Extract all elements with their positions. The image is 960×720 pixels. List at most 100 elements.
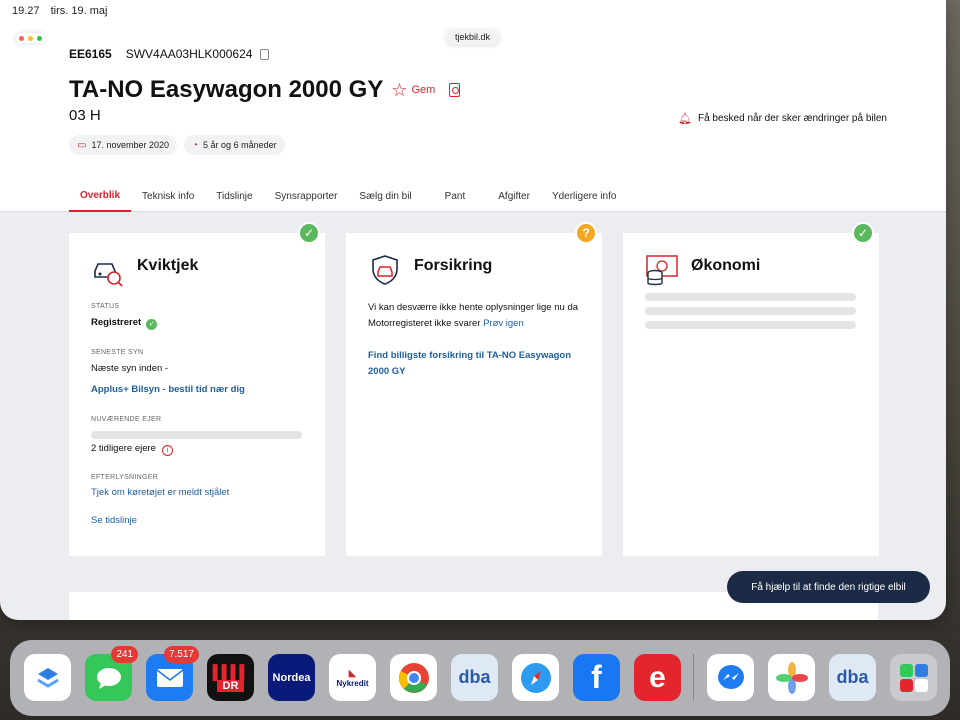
app-folder-icon <box>899 663 928 692</box>
save-button[interactable]: Gem <box>411 84 435 96</box>
insurance-message: Vi kan desværre ikke hente oplysninger l… <box>368 302 579 329</box>
vehicle-header: tjekbil.dk EE6165 SWV4AA03HLK000624 TA-N… <box>0 0 946 212</box>
dock-app-e[interactable]: e <box>634 654 681 701</box>
dock-app-facebook[interactable]: f <box>573 654 620 701</box>
vehicle-age: 5 år og 6 måneder <box>203 140 277 150</box>
next-inspection: Næste syn inden - <box>91 363 169 374</box>
status-bar: 19.27 tirs. 19. maj <box>12 5 115 17</box>
dock-app-dba-2[interactable]: dba <box>829 654 876 701</box>
previous-owners-row: 2 tidligere ejere i <box>91 443 173 456</box>
notify-button[interactable]: 🔔︎ Få besked når der sker ændringer på b… <box>678 112 887 125</box>
stolen-check-link[interactable]: Tjek om køretøjet er meldt stjålet <box>91 487 229 498</box>
check-icon: ✓ <box>146 319 158 330</box>
pdf-icon[interactable] <box>449 83 461 97</box>
calendar-icon: ▭ <box>77 139 87 151</box>
registration-date-chip: ▭ 17. november 2020 <box>69 135 178 155</box>
check-badge: ✓ <box>852 222 874 244</box>
clock-icon: ◔ <box>192 139 199 151</box>
previous-owners: 2 tidligere ejere <box>91 443 156 454</box>
vehicle-title-row: TA-NO Easywagon 2000 GY ☆ Gem <box>69 76 461 104</box>
vehicle-variant: 03 H <box>69 107 101 124</box>
nykredit-label: Nykredit <box>336 678 369 688</box>
loading-skeleton <box>645 293 856 301</box>
window-controls[interactable] <box>16 33 44 43</box>
dock-app-nykredit[interactable]: ◣ Nykredit <box>329 654 376 701</box>
compass-icon <box>520 662 551 693</box>
vehicle-title: TA-NO Easywagon 2000 GY <box>69 76 384 103</box>
nykredit-logo-icon: ◣ <box>348 667 357 679</box>
dock-app-messenger[interactable] <box>707 654 754 701</box>
help-button[interactable]: Få hjælp til at finde den rigtige elbil <box>727 571 930 603</box>
last-inspection-label: SENESTE SYN <box>91 349 144 356</box>
status-value: Registreret <box>91 317 142 328</box>
dr-bars-icon: ▌▌▌▌ <box>212 663 250 680</box>
booking-link[interactable]: Applus+ Bilsyn - bestil tid nær dig <box>91 384 245 395</box>
car-search-icon <box>94 263 123 287</box>
bell-icon: 🔔︎ <box>678 113 692 125</box>
tab-saelg-din-bil[interactable]: Sælg din bil <box>348 181 422 212</box>
owner-label: NUVÆRENDE EJER <box>91 416 162 423</box>
dr-label: DR <box>216 679 245 692</box>
dock-app-tasks[interactable] <box>24 654 71 701</box>
check-badge: ✓ <box>298 222 320 244</box>
notify-label: Få besked når der sker ændringer på bile… <box>697 113 887 124</box>
shield-car-icon <box>372 255 398 285</box>
photos-icon <box>775 661 808 694</box>
dock-app-nordea[interactable]: Nordea <box>268 654 315 701</box>
dock-app-dr[interactable]: ▌▌▌▌ DR <box>207 654 254 701</box>
insurance-message-row: Vi kan desværre ikke hente oplysninger l… <box>368 300 583 331</box>
registration-date: 17. november 2020 <box>91 140 170 150</box>
tab-bar: Overblik Teknisk info Tidslinje Synsrapp… <box>69 181 627 212</box>
notification-badge: 241 <box>111 646 138 663</box>
star-icon[interactable]: ☆ <box>391 80 407 101</box>
tab-afgifter[interactable]: Afgifter <box>487 181 541 212</box>
tasks-icon <box>36 667 59 688</box>
status-date: tirs. 19. maj <box>50 5 108 17</box>
dock-app-chrome[interactable] <box>390 654 437 701</box>
messages-icon <box>96 667 121 689</box>
tab-pant[interactable]: Pant <box>423 181 488 212</box>
dock-app-mail[interactable]: 7.517 <box>146 646 199 701</box>
browser-window: tjekbil.dk EE6165 SWV4AA03HLK000624 TA-N… <box>0 0 946 620</box>
dock-app-photos[interactable] <box>768 654 815 701</box>
dock-app-dba[interactable]: dba <box>451 654 498 701</box>
mail-icon <box>156 668 183 687</box>
dock-separator <box>693 654 694 700</box>
timeline-link[interactable]: Se tidslinje <box>91 515 137 526</box>
age-chip: ◔ 5 år og 6 måneder <box>184 135 285 155</box>
dock-app-messages[interactable]: 241 <box>85 646 138 701</box>
tab-tidslinje[interactable]: Tidslinje <box>205 181 263 212</box>
okonomi-card: ✓ Økonomi <box>623 222 879 556</box>
card-title: Kviktjek <box>137 257 199 274</box>
status-label: STATUS <box>91 303 120 310</box>
tab-synsrapporter[interactable]: Synsrapporter <box>264 181 349 212</box>
dock-app-folder[interactable] <box>890 654 937 701</box>
owner-skeleton <box>91 431 302 439</box>
copy-icon[interactable] <box>260 45 275 60</box>
kviktjek-card: ✓ Kviktjek STATUS Registreret ✓ SENESTE S… <box>69 222 325 556</box>
tab-teknisk-info[interactable]: Teknisk info <box>131 181 205 212</box>
insurance-cta-link[interactable]: Find billigste forsikring til TA-NO Easy… <box>368 348 583 379</box>
money-icon <box>646 255 678 286</box>
status-value-row: Registreret ✓ <box>91 317 158 330</box>
card-title: Forsikring <box>414 257 493 274</box>
loading-skeleton <box>645 307 856 315</box>
info-icon[interactable]: i <box>161 445 173 456</box>
loading-skeleton <box>645 321 856 329</box>
vehicle-id-row: EE6165 SWV4AA03HLK000624 <box>69 45 275 61</box>
retry-link[interactable]: Prøv igen <box>483 318 524 329</box>
status-time: 19.27 <box>12 5 40 17</box>
tab-overblik[interactable]: Overblik <box>69 181 132 212</box>
notification-badge: 7.517 <box>163 646 199 663</box>
dock-app-safari[interactable] <box>512 654 559 701</box>
card-title: Økonomi <box>691 257 761 274</box>
messenger-icon <box>717 664 744 689</box>
chrome-icon <box>398 662 429 693</box>
forsikring-card: ? Forsikring Vi kan desværre ikke hente … <box>346 222 602 556</box>
plate-number: EE6165 <box>69 47 112 61</box>
url-pill[interactable]: tjekbil.dk <box>445 29 501 45</box>
vin-number: SWV4AA03HLK000624 <box>125 47 253 61</box>
wanted-label: EFTERLYSNINGER <box>91 474 159 481</box>
question-badge: ? <box>575 222 597 244</box>
tab-yderligere-info[interactable]: Yderligere info <box>541 181 627 212</box>
